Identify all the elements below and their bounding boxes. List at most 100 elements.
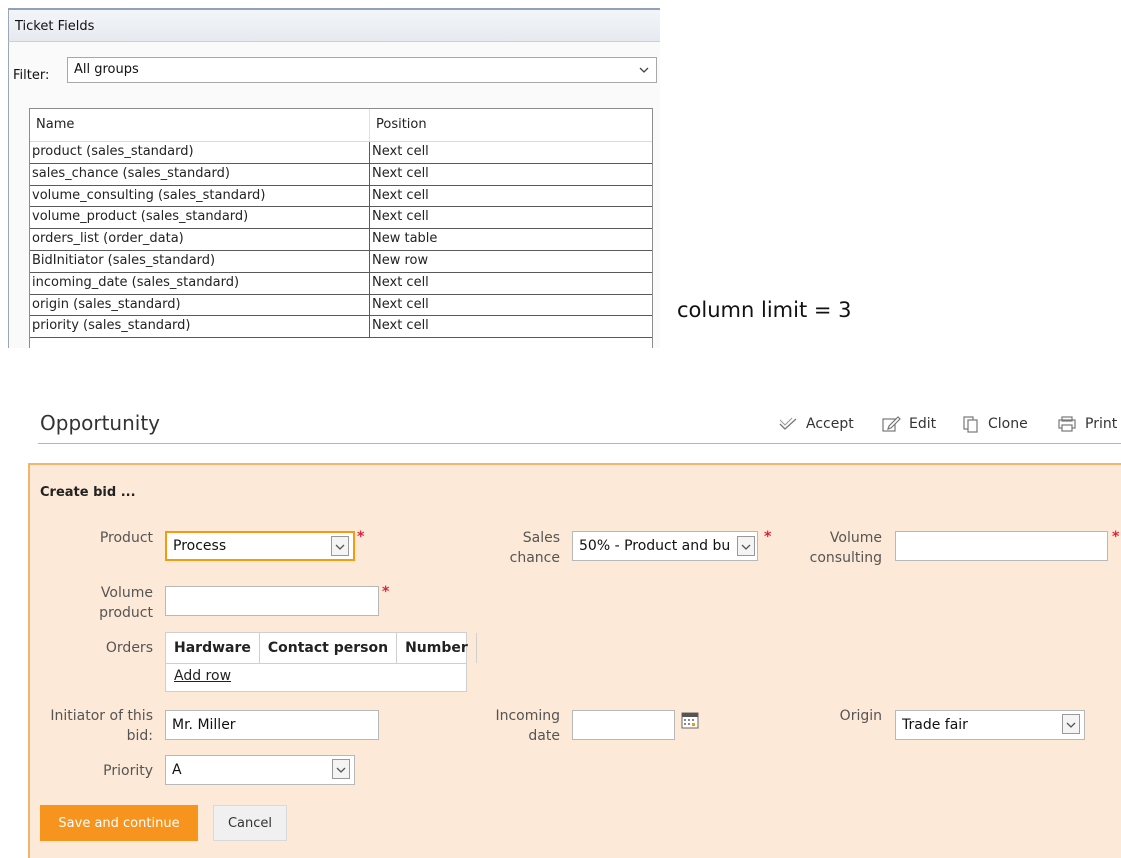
edit-icon: [882, 416, 901, 432]
row-position: Next cell: [372, 274, 429, 290]
edit-button[interactable]: Edit: [881, 413, 936, 435]
volume-consulting-label-line2: consulting: [809, 550, 882, 566]
product-label: Product: [99, 530, 153, 546]
initiator-input[interactable]: Mr. Miller: [165, 710, 379, 740]
row-name: BidInitiator (sales_standard): [30, 250, 370, 272]
orders-column-hardware[interactable]: Hardware: [166, 633, 260, 663]
row-position: New table: [372, 231, 438, 247]
page-title: Opportunity: [40, 411, 161, 435]
chevron-down-icon: [737, 536, 755, 556]
fields-table: Name Position product (sales_standard) Ne…: [29, 108, 653, 348]
sales-chance-select[interactable]: 50% - Product and bu: [572, 531, 758, 561]
title-divider: [38, 443, 1121, 444]
row-position: Next cell: [372, 296, 429, 312]
accept-icon: [779, 417, 797, 430]
table-row[interactable]: incoming_date (sales_standard) Next cell: [30, 272, 652, 295]
row-position: New row: [372, 252, 429, 268]
incoming-date-label: Incoming date: [470, 706, 560, 746]
accept-label: Accept: [806, 416, 854, 432]
volume-product-input[interactable]: [165, 586, 379, 616]
filter-dropdown[interactable]: All groups: [67, 57, 657, 83]
ticket-fields-dialog: Ticket Fields Filter: All groups Name Po…: [8, 8, 660, 348]
row-position: Next cell: [372, 209, 429, 225]
row-name: orders_list (order_data): [30, 229, 370, 250]
table-header: Name Position: [30, 109, 652, 142]
row-position: Next cell: [372, 187, 429, 203]
add-row-link[interactable]: Add row: [174, 668, 231, 684]
sales-chance-value: 50% - Product and bu: [579, 538, 731, 554]
row-name: origin (sales_standard): [30, 294, 370, 316]
clone-label: Clone: [988, 416, 1028, 432]
chevron-down-icon: [331, 536, 349, 556]
volume-consulting-label-line1: Volume: [829, 530, 882, 546]
row-position: Next cell: [372, 165, 429, 181]
calendar-icon[interactable]: [681, 711, 699, 733]
chevron-down-icon: [1062, 714, 1080, 734]
sales-chance-label-line1: Sales: [522, 530, 560, 546]
filter-value: All groups: [74, 62, 139, 77]
print-icon: [1058, 416, 1076, 432]
volume-product-label-line2: product: [99, 605, 153, 621]
priority-value: A: [172, 762, 182, 778]
required-asterisk: *: [357, 529, 365, 545]
row-name: product (sales_standard): [30, 142, 370, 163]
accept-button[interactable]: Accept: [778, 413, 854, 435]
edit-label: Edit: [909, 416, 937, 432]
save-and-continue-button[interactable]: Save and continue: [40, 805, 198, 841]
clone-icon: [963, 416, 978, 433]
form-title: Create bid ...: [40, 485, 136, 500]
column-header-position[interactable]: Position: [370, 109, 652, 141]
row-position: Next cell: [372, 144, 429, 159]
cancel-button[interactable]: Cancel: [213, 805, 287, 841]
clone-button[interactable]: Clone: [962, 413, 1028, 435]
orders-header: Hardware Contact person Number: [166, 633, 477, 664]
initiator-label-line1: Initiator of this: [50, 708, 153, 724]
table-row[interactable]: volume_product (sales_standard) Next cell: [30, 207, 652, 230]
orders-label: Orders: [105, 640, 153, 656]
row-position: Next cell: [372, 318, 429, 334]
initiator-label-line2: bid:: [126, 728, 153, 744]
orders-table: Hardware Contact person Number Add row: [165, 632, 477, 692]
volume-consulting-input[interactable]: [895, 531, 1108, 561]
table-row[interactable]: origin (sales_standard) Next cell: [30, 294, 652, 317]
incoming-date-input[interactable]: [572, 710, 675, 740]
origin-label: Origin: [839, 708, 882, 724]
row-name: volume_consulting (sales_standard): [30, 185, 370, 207]
table-row[interactable]: volume_consulting (sales_standard) Next c…: [30, 185, 652, 208]
table-row[interactable]: orders_list (order_data) New table: [30, 229, 652, 251]
chevron-down-icon: [638, 58, 650, 90]
table-row[interactable]: product (sales_standard) Next cell: [30, 142, 652, 164]
origin-select[interactable]: Trade fair: [895, 710, 1085, 740]
filter-label: Filter:: [13, 68, 50, 83]
dialog-body: Filter: All groups Name Position product…: [8, 42, 660, 348]
initiator-label: Initiator of this bid:: [35, 706, 153, 746]
product-select[interactable]: Process: [165, 531, 355, 561]
priority-select[interactable]: A: [165, 755, 355, 785]
column-header-name[interactable]: Name: [30, 109, 370, 141]
row-name: priority (sales_standard): [30, 316, 370, 338]
dialog-title: Ticket Fields: [8, 8, 660, 42]
table-row[interactable]: BidInitiator (sales_standard) New row: [30, 250, 652, 273]
orders-column-contact-person[interactable]: Contact person: [260, 633, 398, 663]
incoming-date-label-line2: date: [528, 728, 560, 744]
volume-product-label: Volume product: [70, 583, 153, 623]
origin-value: Trade fair: [902, 717, 968, 733]
print-label: Print: [1085, 416, 1118, 432]
table-row[interactable]: priority (sales_standard) Next cell: [30, 316, 652, 339]
priority-label: Priority: [103, 763, 153, 779]
sales-chance-label: Sales chance: [490, 528, 560, 568]
row-name: volume_product (sales_standard): [30, 207, 370, 229]
incoming-date-label-line1: Incoming: [495, 708, 560, 724]
create-bid-panel: Create bid ... Product Process * Sales c…: [28, 463, 1121, 858]
volume-consulting-label: Volume consulting: [790, 528, 882, 568]
column-limit-annotation: column limit = 3: [677, 298, 852, 322]
required-asterisk: *: [764, 529, 772, 545]
volume-product-label-line1: Volume: [100, 585, 153, 601]
row-name: sales_chance (sales_standard): [30, 163, 370, 185]
table-row[interactable]: sales_chance (sales_standard) Next cell: [30, 163, 652, 186]
print-button[interactable]: Print: [1057, 413, 1117, 435]
required-asterisk: *: [1112, 529, 1120, 545]
row-name: incoming_date (sales_standard): [30, 272, 370, 294]
sales-chance-label-line2: chance: [509, 550, 560, 566]
orders-column-number[interactable]: Number: [397, 633, 477, 663]
